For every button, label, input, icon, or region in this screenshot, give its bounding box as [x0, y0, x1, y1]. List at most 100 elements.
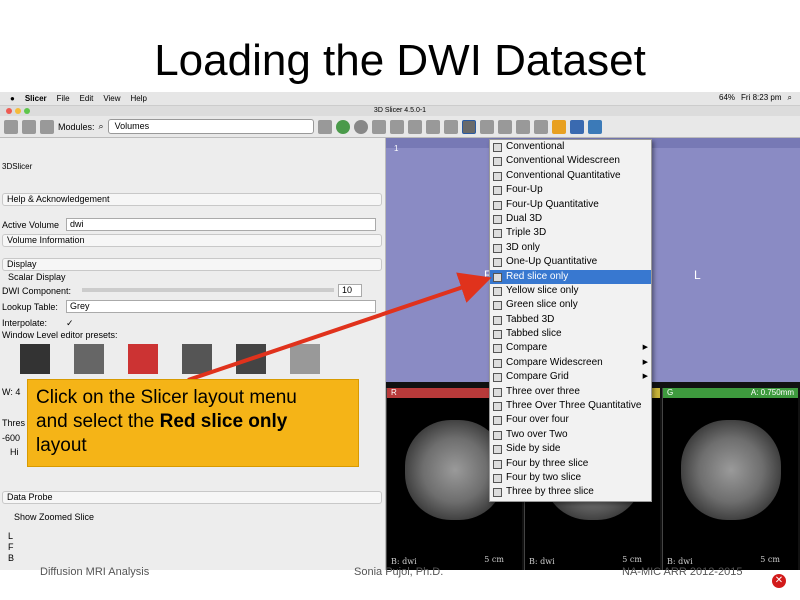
transforms-module-icon[interactable]	[425, 119, 440, 134]
dwi-component-spinbox[interactable]: 10	[338, 284, 362, 297]
back-arrow-icon[interactable]	[335, 119, 350, 134]
layout-menu-item[interactable]: Red slice only	[490, 269, 651, 284]
volumes-module-icon[interactable]	[389, 119, 404, 134]
save-icon[interactable]	[40, 119, 54, 134]
layout-menu-item[interactable]: Three by three slice	[490, 485, 651, 499]
show-zoomed-slice-checkbox[interactable]: Show Zoomed Slice	[14, 512, 381, 522]
layout-menu-item[interactable]: Three over three	[490, 385, 651, 399]
layout-menu-item[interactable]: Four-Up	[490, 183, 651, 197]
layout-menu-item-label: Compare	[506, 342, 548, 354]
layout-grid-icon	[493, 488, 502, 498]
yellow-slice-volume-label: B: dwi	[529, 557, 555, 566]
forward-arrow-icon[interactable]	[353, 119, 368, 134]
close-icon[interactable]: ✕	[772, 574, 786, 588]
search-icon[interactable]: ⌕	[99, 121, 104, 132]
menu-help[interactable]: Help	[131, 94, 147, 103]
modules-combo[interactable]: Volumes	[107, 119, 314, 134]
load-data-icon[interactable]	[4, 119, 18, 134]
zoom-window-button[interactable]	[24, 108, 30, 114]
layout-menu-item-label: Four by two slice	[506, 471, 582, 483]
mouse-mode-icon[interactable]	[533, 119, 548, 134]
module-history-icon[interactable]	[317, 119, 332, 134]
callout-line-2-bold: Red slice only	[159, 411, 288, 432]
minimize-window-button[interactable]	[15, 108, 21, 114]
extension-manager-icon[interactable]	[569, 119, 584, 134]
layout-grid-icon	[493, 373, 502, 383]
data-probe-section[interactable]: Data Probe	[2, 491, 382, 504]
menu-app[interactable]: Slicer	[25, 94, 47, 103]
interpolate-checkbox[interactable]: ✓	[66, 318, 381, 329]
layout-menu-item-label: One-Up Quantitative	[506, 256, 598, 268]
layout-grid-icon	[493, 157, 502, 167]
submenu-arrow-icon: ▶	[642, 373, 648, 381]
layout-menu-item[interactable]: Four by two slice	[490, 471, 651, 485]
layout-grid-icon	[493, 430, 502, 440]
crosshair-icon[interactable]	[551, 119, 566, 134]
wl-preset-ct-abdomen[interactable]	[182, 344, 212, 374]
menu-edit[interactable]: Edit	[80, 94, 94, 103]
menu-view[interactable]: View	[103, 94, 120, 103]
layout-menu-item[interactable]: Three Over Three Quantitative	[490, 399, 651, 413]
wl-preset-ct-air[interactable]	[20, 344, 50, 374]
volume-info-section[interactable]: Volume Information	[2, 234, 382, 247]
layout-menu-item[interactable]: Green slice only	[490, 298, 651, 312]
layout-menu-icon[interactable]	[461, 119, 476, 134]
layout-menu-item[interactable]: Conventional	[490, 140, 651, 154]
models-module-icon[interactable]	[407, 119, 422, 134]
slicer-logo: 3DSlicer	[2, 162, 33, 171]
python-console-icon[interactable]	[587, 119, 602, 134]
layout-grid-icon	[493, 315, 502, 325]
layout-menu-item-label: Tabbed slice	[506, 328, 562, 340]
view-options-icon[interactable]	[479, 119, 494, 134]
footer-left: Diffusion MRI Analysis	[40, 566, 150, 578]
apple-icon[interactable]: ●	[10, 94, 15, 103]
lookup-table-combo[interactable]: Grey	[66, 300, 376, 313]
layout-menu-item[interactable]: Yellow slice only	[490, 284, 651, 298]
menu-file[interactable]: File	[57, 94, 70, 103]
layout-menu-item[interactable]: Triple 3D	[490, 226, 651, 240]
layout-menu-item[interactable]: Side by side	[490, 442, 651, 456]
layout-menu-item-label: Conventional Quantitative	[506, 169, 621, 181]
layout-menu-item-label: Three by three slice	[506, 486, 594, 498]
wl-preset-ct-lung[interactable]	[290, 344, 320, 374]
close-window-button[interactable]	[6, 108, 12, 114]
layout-menu-item[interactable]: Two over Two	[490, 428, 651, 442]
layout-menu-item-label: Conventional Widescreen	[506, 155, 620, 167]
green-slice-controller[interactable]: G A: 0.750mm	[663, 388, 798, 398]
layout-menu-item[interactable]: Four over four	[490, 413, 651, 427]
red-slice-scale: 5 cm	[484, 555, 504, 564]
layout-menu-item[interactable]: Conventional Widescreen	[490, 154, 651, 168]
layout-grid-icon	[493, 344, 502, 354]
dwi-component-slider[interactable]	[82, 288, 334, 292]
layout-menu-item[interactable]: One-Up Quantitative	[490, 255, 651, 269]
instruction-callout: Click on the Slicer layout menu and sele…	[27, 379, 359, 467]
callout-line-2: and select the Red slice only	[36, 410, 350, 434]
dicom-icon[interactable]	[22, 119, 36, 134]
layout-menu-item[interactable]: Compare ▶	[490, 341, 651, 355]
wl-preset-ct-bone[interactable]	[74, 344, 104, 374]
wl-preset-pet[interactable]	[128, 344, 158, 374]
layout-menu-item[interactable]: Four-Up Quantitative	[490, 198, 651, 212]
screenshot-icon[interactable]	[497, 119, 512, 134]
layout-grid-icon	[493, 459, 502, 469]
editor-module-icon[interactable]	[443, 119, 458, 134]
active-volume-combo[interactable]: dwi	[66, 218, 376, 231]
data-module-icon[interactable]	[371, 119, 386, 134]
search-icon[interactable]: ⌕	[788, 93, 792, 103]
display-section[interactable]: Display	[2, 258, 382, 271]
scene-views-icon[interactable]	[515, 119, 530, 134]
wl-preset-ct-brain[interactable]	[236, 344, 266, 374]
layout-menu-item[interactable]: Compare Grid ▶	[490, 370, 651, 384]
layout-menu-item[interactable]: Tabbed 3D	[490, 313, 651, 327]
layout-menu-item[interactable]: 3D only	[490, 241, 651, 255]
help-section[interactable]: Help & Acknowledgement	[2, 193, 382, 206]
scalar-display-section[interactable]: Scalar Display	[8, 272, 381, 282]
layout-menu-item[interactable]: Dual 3D	[490, 212, 651, 226]
layout-menu-item-label: Tabbed 3D	[506, 313, 555, 325]
submenu-arrow-icon: ▶	[642, 344, 648, 352]
layout-menu-item[interactable]: Compare Widescreen ▶	[490, 356, 651, 370]
layout-menu-item[interactable]: Conventional Quantitative	[490, 169, 651, 183]
layout-menu-item[interactable]: Tabbed slice	[490, 327, 651, 341]
layout-menu-item[interactable]: Four by three slice	[490, 457, 651, 471]
green-slice-view[interactable]: G A: 0.750mm B: dwi 5 cm	[662, 388, 798, 570]
